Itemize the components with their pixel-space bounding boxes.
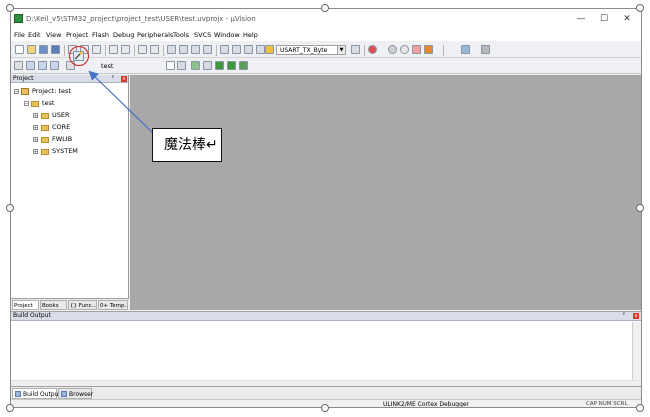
resize-handle[interactable] <box>6 404 14 412</box>
resize-handle[interactable] <box>636 204 644 212</box>
resize-handle[interactable] <box>321 4 329 12</box>
resize-handle[interactable] <box>321 404 329 412</box>
resize-handle[interactable] <box>636 404 644 412</box>
resize-handle[interactable] <box>6 4 14 12</box>
resize-handle[interactable] <box>636 4 644 12</box>
annotation-callout: 魔法棒↵ <box>152 128 222 162</box>
annotation-arrow <box>88 70 155 135</box>
resize-handle[interactable] <box>6 204 14 212</box>
